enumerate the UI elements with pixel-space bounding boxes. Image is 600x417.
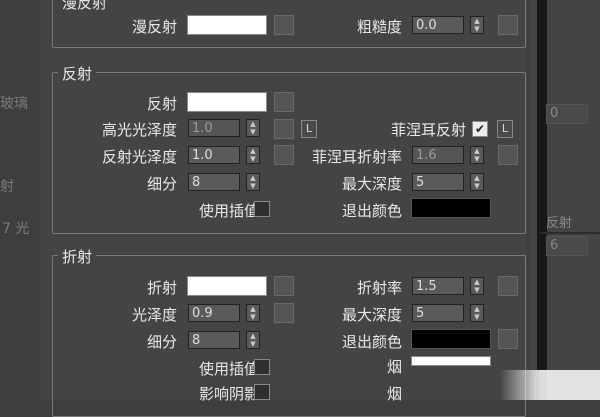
refr-gloss-arrows[interactable]: ▲ ▼ — [246, 304, 260, 322]
roughness-map-button[interactable] — [498, 15, 518, 35]
ior-label: 折射率 — [356, 279, 402, 297]
fresnel-ior-label: 菲涅耳折射率 — [311, 148, 402, 166]
refl-gloss-arrows[interactable]: ▲ ▼ — [246, 146, 260, 164]
right-scrollbar[interactable] — [537, 0, 547, 400]
refl-subdivs-arrows[interactable]: ▲ ▼ — [246, 173, 260, 191]
refr-exit-color-swatch[interactable] — [411, 329, 491, 349]
refl-subdivs-value[interactable]: 8 — [188, 173, 240, 191]
material-panel: 漫反射 漫反射 粗糙度 0.0 ▲ ▼ 反射 反射 高光光泽度 1.0 ▲ ▼ L … — [40, 0, 527, 417]
refr-subdivs-arrows[interactable]: ▲ ▼ — [246, 331, 260, 349]
right-value-text: 0 — [550, 106, 559, 121]
refl-interp-checkbox[interactable] — [254, 201, 270, 217]
reflect-map-button[interactable] — [274, 92, 294, 112]
refr-subdivs-value[interactable]: 8 — [188, 331, 240, 349]
refr-max-depth-value[interactable]: 5 — [412, 304, 464, 322]
refl-max-depth-value[interactable]: 5 — [412, 173, 464, 191]
fresnel-checkbox[interactable]: ✔ — [472, 121, 488, 137]
bg-label-reflect: 射 — [0, 179, 14, 195]
refr-exit-color-map-button[interactable] — [498, 329, 518, 349]
fresnel-label: 菲涅耳反射 — [390, 121, 466, 139]
bg-label-gloss: 7 光 — [2, 221, 30, 237]
refl-max-depth-arrows[interactable]: ▲ ▼ — [470, 173, 484, 191]
right-value-text-2: 6 — [550, 238, 559, 253]
refl-max-depth-label: 最大深度 — [341, 175, 402, 193]
hilight-lock-button[interactable]: L — [301, 120, 317, 138]
refl-gloss-value[interactable]: 1.0 — [188, 146, 240, 164]
diffuse-label: 漫反射 — [131, 18, 177, 36]
refl-exit-color-swatch[interactable] — [411, 198, 491, 218]
right-reflect-label: 反射 — [546, 216, 573, 231]
refl-gloss-map-button[interactable] — [274, 145, 294, 165]
right-divider — [540, 232, 600, 234]
refract-label: 折射 — [146, 279, 177, 297]
reflection-group-title: 反射 — [58, 63, 97, 84]
fresnel-ior-value[interactable]: 1.6 — [412, 146, 464, 164]
affect-shadows-checkbox[interactable] — [254, 384, 270, 400]
fog-multiplier-label: 烟 — [386, 385, 402, 403]
refr-interp-label: 使用插值 — [198, 360, 259, 378]
affect-shadows-label: 影响阴影 — [198, 385, 259, 403]
refr-max-depth-label: 最大深度 — [341, 306, 402, 324]
refr-exit-color-label: 退出颜色 — [341, 333, 402, 351]
diffuse-color-swatch[interactable] — [187, 15, 267, 35]
ior-arrows[interactable]: ▲ ▼ — [470, 277, 484, 295]
refract-map-button[interactable] — [274, 276, 294, 296]
refl-interp-label: 使用插值 — [198, 202, 259, 220]
fog-color-swatch[interactable] — [411, 356, 491, 366]
roughness-arrows[interactable]: ▲ ▼ — [470, 16, 484, 34]
fresnel-ior-map-button[interactable] — [498, 145, 518, 165]
watermark-overlay — [500, 370, 600, 400]
ior-value[interactable]: 1.5 — [412, 277, 464, 295]
refract-color-swatch[interactable] — [187, 276, 267, 296]
refr-subdivs-label: 细分 — [146, 333, 177, 351]
diffuse-group-title: 漫反射 — [58, 0, 112, 13]
fog-color-label: 烟 — [386, 358, 402, 376]
refr-max-depth-arrows[interactable]: ▲ ▼ — [470, 304, 484, 322]
reflect-label: 反射 — [146, 95, 177, 113]
refraction-group-title: 折射 — [58, 246, 97, 267]
refr-interp-checkbox[interactable] — [254, 359, 270, 375]
hilight-gloss-arrows[interactable]: ▲ ▼ — [246, 119, 260, 137]
hilight-gloss-value[interactable]: 1.0 — [188, 119, 240, 137]
fresnel-lock-button[interactable]: L — [497, 120, 513, 138]
hilight-gloss-label: 高光光泽度 — [101, 121, 177, 139]
roughness-value[interactable]: 0.0 — [412, 16, 464, 34]
roughness-label: 粗糙度 — [356, 18, 402, 36]
refl-subdivs-label: 细分 — [146, 175, 177, 193]
diffuse-map-button[interactable] — [274, 15, 294, 35]
refl-gloss-label: 反射光泽度 — [101, 148, 177, 166]
refr-gloss-map-button[interactable] — [274, 303, 294, 323]
refl-exit-color-label: 退出颜色 — [341, 202, 402, 220]
reflect-color-swatch[interactable] — [187, 92, 267, 112]
hilight-gloss-map-button[interactable] — [274, 119, 294, 139]
fresnel-ior-arrows[interactable]: ▲ ▼ — [470, 146, 484, 164]
refr-gloss-value[interactable]: 0.9 — [188, 304, 240, 322]
refr-gloss-label: 光泽度 — [131, 306, 177, 324]
bg-label-glass: 玻璃 — [0, 96, 28, 112]
ior-map-button[interactable] — [498, 276, 518, 296]
